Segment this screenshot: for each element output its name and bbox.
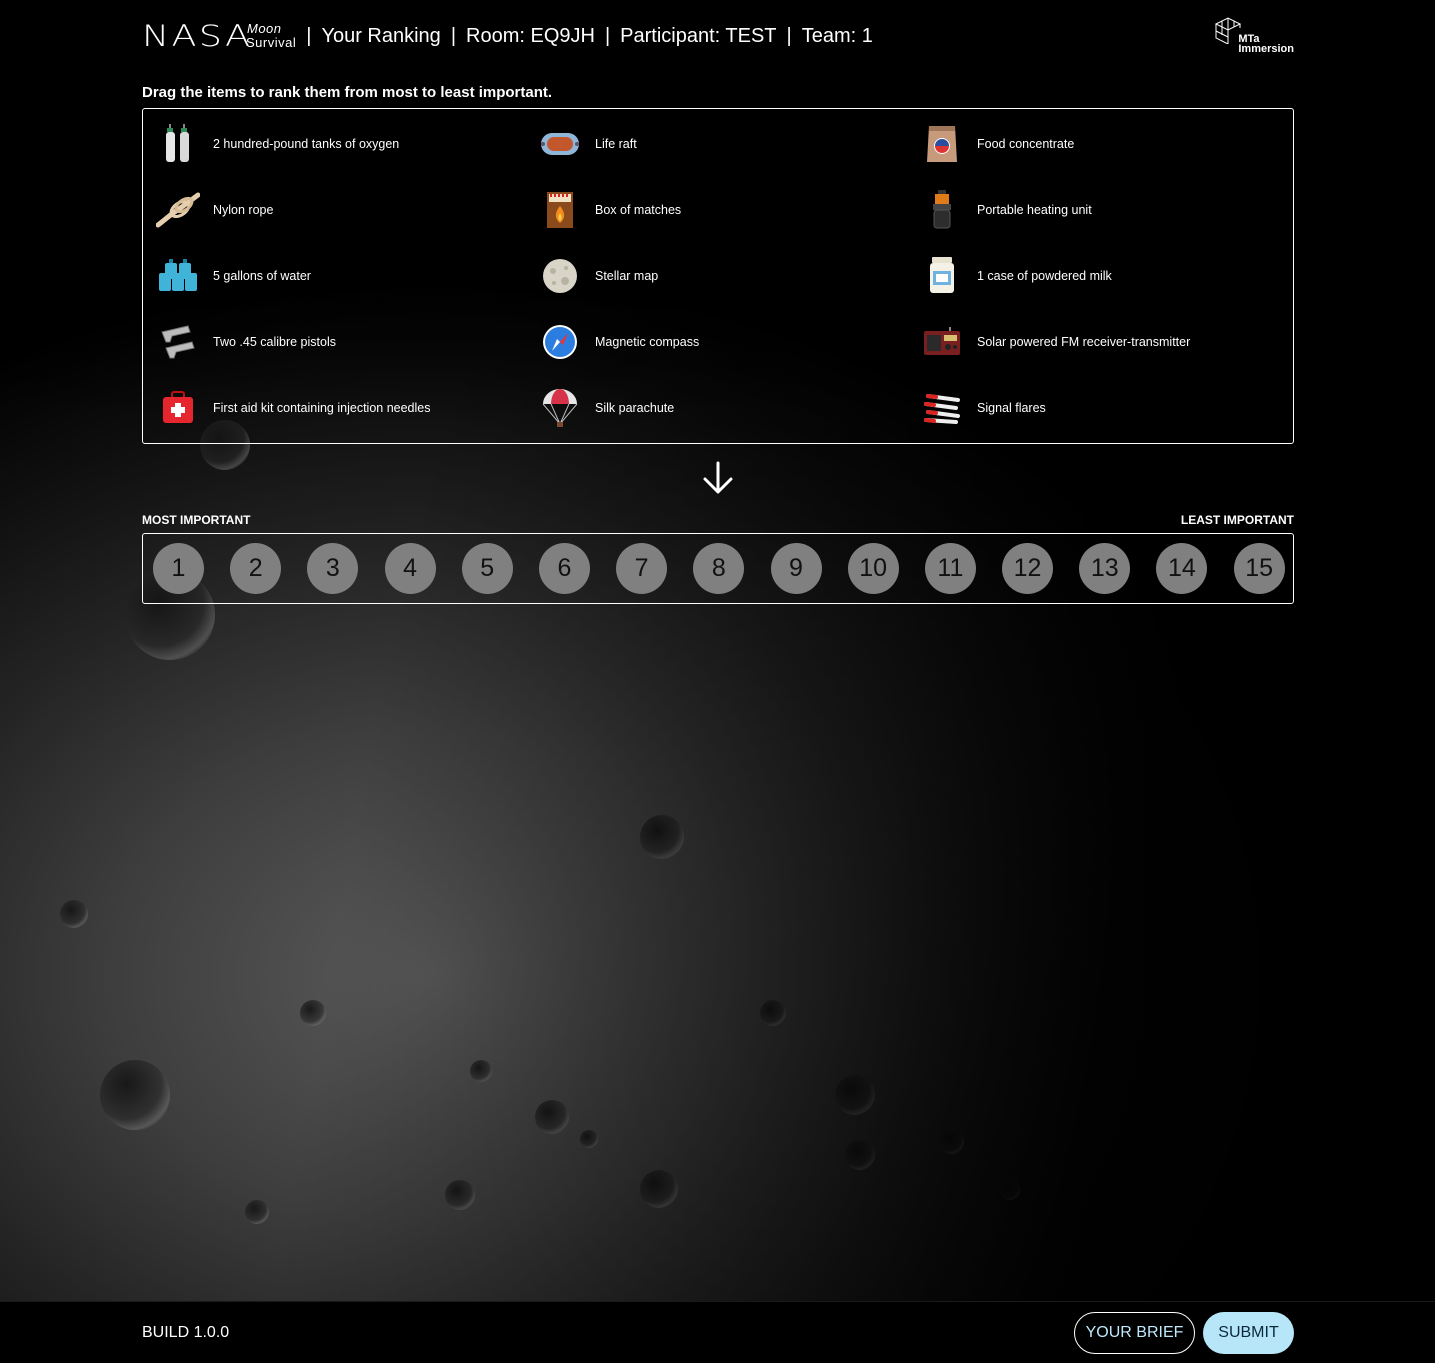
draggable-item-life-raft[interactable]: Life raft <box>537 111 919 177</box>
draggable-item-parachute[interactable]: Silk parachute <box>537 375 919 441</box>
rank-slot[interactable]: 7 <box>616 543 668 594</box>
header-bar: NASA Moon Survival | Your Ranking | Room… <box>142 14 1294 58</box>
radio-icon <box>919 319 965 365</box>
draggable-item-oxygen[interactable]: 2 hundred-pound tanks of oxygen <box>155 111 537 177</box>
oxygen-tanks-icon <box>155 121 201 167</box>
flares-icon <box>919 385 965 431</box>
rank-slot[interactable]: 10 <box>847 543 899 594</box>
draggable-item-water[interactable]: 5 gallons of water <box>155 243 537 309</box>
your-brief-button[interactable]: YOUR BRIEF <box>1074 1312 1195 1354</box>
room-code: Room: EQ9JH <box>466 24 595 47</box>
first-aid-icon <box>155 385 201 431</box>
draggable-item-rope[interactable]: Nylon rope <box>155 177 537 243</box>
least-important-label: LEAST IMPORTANT <box>1180 513 1294 527</box>
rank-slot[interactable]: 13 <box>1079 543 1131 594</box>
team-number: Team: 1 <box>801 24 873 47</box>
instruction-text: Drag the items to rank them from most to… <box>142 84 553 101</box>
rank-slot[interactable]: 4 <box>384 543 436 594</box>
life-raft-icon <box>537 121 583 167</box>
heater-icon <box>919 187 965 233</box>
draggable-item-pistols[interactable]: Two .45 calibre pistols <box>155 309 537 375</box>
draggable-item-heater[interactable]: Portable heating unit <box>919 177 1301 243</box>
build-version: BUILD 1.0.0 <box>142 1324 230 1341</box>
separator: | <box>306 24 312 47</box>
compass-icon <box>537 319 583 365</box>
rank-slot[interactable]: 12 <box>1002 543 1054 594</box>
nasa-logo: NASA <box>142 19 253 53</box>
matches-icon <box>537 187 583 233</box>
moon-map-icon <box>537 253 583 299</box>
draggable-item-food[interactable]: Food concentrate <box>919 111 1301 177</box>
items-pool: 2 hundred-pound tanks of oxygen Life raf… <box>142 108 1294 444</box>
rank-slot[interactable]: 2 <box>230 543 282 594</box>
rank-slot[interactable]: 11 <box>924 543 976 594</box>
rank-slot[interactable]: 15 <box>1233 543 1285 594</box>
rank-slot[interactable]: 5 <box>461 543 513 594</box>
rank-slot[interactable]: 6 <box>538 543 590 594</box>
draggable-item-matches[interactable]: Box of matches <box>537 177 919 243</box>
draggable-item-stellar-map[interactable]: Stellar map <box>537 243 919 309</box>
rank-slot[interactable]: 3 <box>307 543 359 594</box>
water-jugs-icon <box>155 253 201 299</box>
draggable-item-first-aid[interactable]: First aid kit containing injection needl… <box>155 375 537 441</box>
ranking-slots: 1 2 3 4 5 6 7 8 9 10 11 12 13 14 15 <box>142 533 1294 604</box>
draggable-item-compass[interactable]: Magnetic compass <box>537 309 919 375</box>
separator: | <box>786 24 792 47</box>
rope-icon <box>155 187 201 233</box>
ranking-labels: MOST IMPORTANT LEAST IMPORTANT <box>142 513 1294 529</box>
rank-slot[interactable]: 9 <box>770 543 822 594</box>
pistols-icon <box>155 319 201 365</box>
section-title: Your Ranking <box>321 24 441 47</box>
most-important-label: MOST IMPORTANT <box>142 513 251 527</box>
draggable-item-radio[interactable]: Solar powered FM receiver-transmitter <box>919 309 1301 375</box>
participant-name: Participant: TEST <box>620 24 777 47</box>
separator: | <box>604 24 611 47</box>
rank-slot[interactable]: 8 <box>693 543 745 594</box>
rank-slot[interactable]: 1 <box>153 543 204 594</box>
arrow-down-icon <box>703 461 733 494</box>
milk-jar-icon <box>919 253 965 299</box>
footer-bar: BUILD 1.0.0 YOUR BRIEF SUBMIT <box>0 1301 1435 1363</box>
parachute-icon <box>537 385 583 431</box>
mta-immersion-logo: MTa Immersion <box>1214 14 1294 58</box>
food-bag-icon <box>919 121 965 167</box>
draggable-item-flares[interactable]: Signal flares <box>919 375 1301 441</box>
separator: | <box>450 24 457 47</box>
rank-slot[interactable]: 14 <box>1156 543 1208 594</box>
draggable-item-powdered-milk[interactable]: 1 case of powdered milk <box>919 243 1301 309</box>
submit-button[interactable]: SUBMIT <box>1203 1312 1294 1354</box>
